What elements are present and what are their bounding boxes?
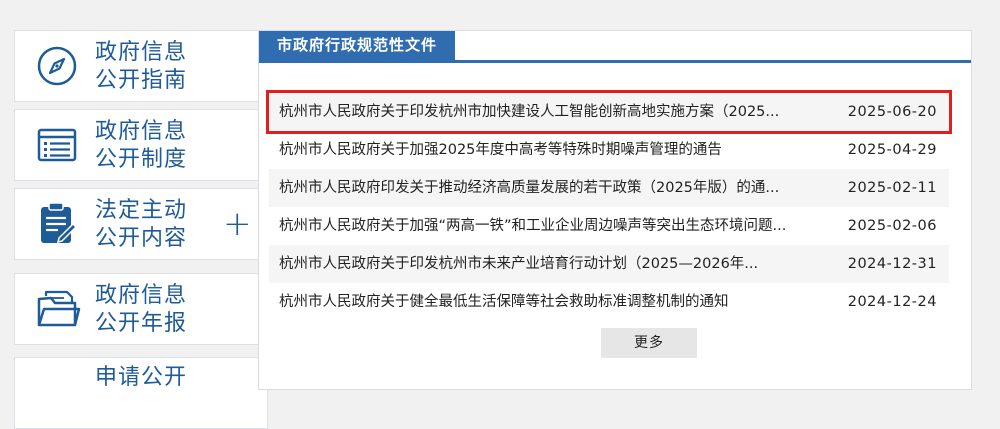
sidebar-item-apply[interactable]: 申请公开 xyxy=(14,357,268,429)
sidebar-item-label: 政府信息 公开制度 xyxy=(95,118,187,174)
sidebar-item-label: 政府信息 公开指南 xyxy=(95,39,187,95)
label-line2: 公开制度 xyxy=(95,147,188,172)
list-item[interactable]: 杭州市人民政府关于印发杭州市加快建设人工智能创新高地实施方案（2025... 2… xyxy=(266,90,952,134)
document-date: 2025-02-06 xyxy=(847,218,937,234)
sidebar-item-guide[interactable]: 政府信息 公开指南 xyxy=(14,30,268,102)
folder-icon xyxy=(31,283,83,335)
list-item[interactable]: 杭州市人民政府关于健全最低生活保障等社会救助标准调整机制的通知 2024-12-… xyxy=(269,283,949,321)
compass-icon xyxy=(31,40,83,92)
label-line2: 公开内容 xyxy=(95,226,188,251)
document-list: 杭州市人民政府关于印发杭州市加快建设人工智能创新高地实施方案（2025... 2… xyxy=(266,90,952,321)
document-title[interactable]: 杭州市人民政府关于印发杭州市加快建设人工智能创新高地实施方案（2025... xyxy=(279,93,819,131)
label-line1: 法定主动 xyxy=(95,198,188,223)
label-line1: 政府信息 xyxy=(95,40,188,65)
sidebar-item-label: 政府信息 公开年报 xyxy=(95,282,187,338)
document-title[interactable]: 杭州市人民政府关于加强2025年度中高考等特殊时期噪声管理的通告 xyxy=(279,131,819,169)
clipboard-edit-icon xyxy=(31,198,83,250)
document-list-icon xyxy=(31,119,83,171)
document-title[interactable]: 杭州市人民政府印发关于推动经济高质量发展的若干政策（2025年版）的通... xyxy=(279,169,819,207)
list-item[interactable]: 杭州市人民政府关于加强“两高一铁”和工业企业周边噪声等突出生态环境问题... 2… xyxy=(269,207,949,245)
label-line1: 政府信息 xyxy=(95,283,188,308)
list-item[interactable]: 杭州市人民政府印发关于推动经济高质量发展的若干政策（2025年版）的通... 2… xyxy=(269,169,949,207)
document-title[interactable]: 杭州市人民政府关于加强“两高一铁”和工业企业周边噪声等突出生态环境问题... xyxy=(279,207,819,245)
document-date: 2025-02-11 xyxy=(847,180,937,196)
label-line2: 公开年报 xyxy=(95,311,188,336)
document-title[interactable]: 杭州市人民政府关于印发杭州市未来产业培育行动计划（2025—2026年... xyxy=(279,245,819,283)
label-line1: 政府信息 xyxy=(95,119,188,144)
document-date: 2025-06-20 xyxy=(847,104,937,120)
sidebar-item-label: 申请公开 xyxy=(95,364,187,392)
panel-tab-title[interactable]: 市政府行政规范性文件 xyxy=(259,31,456,60)
expand-plus-icon[interactable]: + xyxy=(223,204,252,244)
panel-header: 市政府行政规范性文件 xyxy=(259,31,971,63)
document-date: 2024-12-24 xyxy=(847,294,937,310)
sidebar-item-system[interactable]: 政府信息 公开制度 xyxy=(14,109,268,181)
document-date: 2024-12-31 xyxy=(847,256,937,272)
sidebar: 政府信息 公开指南 政府信息 公开制度 法定主动 公开内容 + 政府信息 公开年… xyxy=(14,0,268,429)
normative-documents-panel: 市政府行政规范性文件 杭州市人民政府关于印发杭州市加快建设人工智能创新高地实施方… xyxy=(258,30,972,390)
sidebar-item-label: 法定主动 公开内容 xyxy=(95,197,187,253)
list-item[interactable]: 杭州市人民政府关于印发杭州市未来产业培育行动计划（2025—2026年... 2… xyxy=(269,245,949,283)
label-line2: 公开指南 xyxy=(95,68,188,93)
sidebar-item-annual-report[interactable]: 政府信息 公开年报 xyxy=(14,273,268,345)
sidebar-item-statutory-content[interactable]: 法定主动 公开内容 + xyxy=(14,188,268,260)
document-date: 2025-04-29 xyxy=(847,142,937,158)
document-title[interactable]: 杭州市人民政府关于健全最低生活保障等社会救助标准调整机制的通知 xyxy=(279,283,819,321)
list-item[interactable]: 杭州市人民政府关于加强2025年度中高考等特殊时期噪声管理的通告 2025-04… xyxy=(269,131,949,169)
label-line1: 申请公开 xyxy=(95,365,188,390)
more-button[interactable]: 更多 xyxy=(601,328,697,358)
